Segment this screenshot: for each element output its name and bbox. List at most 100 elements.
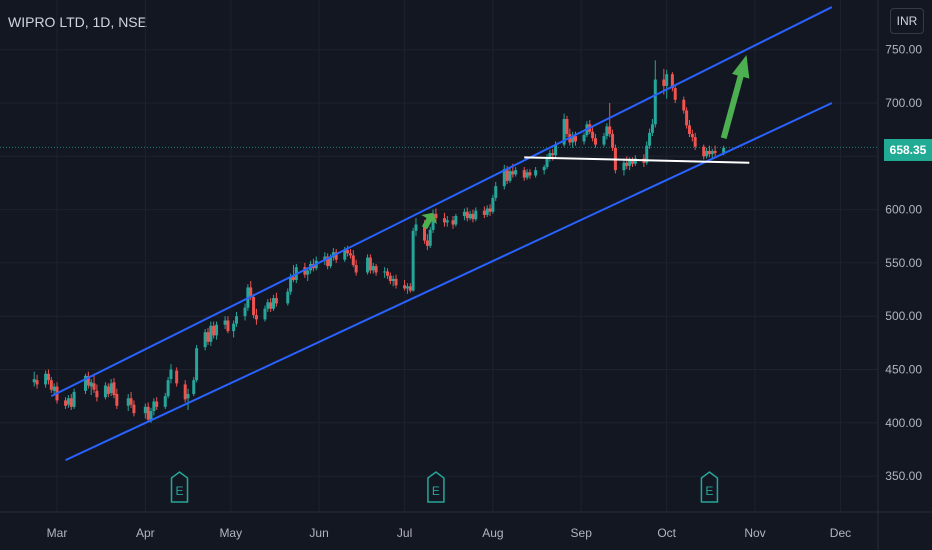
earnings-label: E	[705, 484, 713, 498]
candle-body	[72, 391, 76, 407]
candle-body	[371, 266, 375, 271]
channel-upper	[50, 6, 833, 398]
candle-body	[289, 276, 293, 292]
candle-body	[209, 325, 213, 342]
candle-body	[206, 332, 210, 342]
earnings-label: E	[175, 484, 183, 498]
candle-body	[166, 380, 170, 397]
candle-body	[662, 79, 666, 86]
candle-body	[653, 79, 657, 125]
candle-body	[195, 348, 199, 381]
candle-body	[343, 250, 347, 260]
x-tick-label: Dec	[830, 526, 851, 540]
candle-body	[354, 265, 358, 273]
candle-body	[243, 307, 247, 317]
candle-body	[394, 278, 398, 286]
candle-body	[471, 213, 475, 220]
candle-body	[46, 373, 50, 381]
candle-body	[650, 124, 654, 133]
y-tick-label: 550.00	[885, 256, 922, 270]
candle-body	[95, 390, 99, 398]
candle-body	[263, 308, 267, 320]
x-tick-label: Aug	[482, 526, 503, 540]
candle-body	[346, 250, 350, 254]
candle-body	[143, 406, 147, 414]
candle-body	[126, 398, 130, 406]
candle-body	[491, 197, 495, 212]
candle-body	[186, 394, 190, 399]
candle-body	[132, 404, 136, 414]
candle-body	[468, 213, 472, 219]
candle-body	[32, 379, 36, 383]
candle-body	[408, 286, 412, 291]
candle-body	[106, 386, 110, 395]
candle-body	[203, 332, 207, 348]
x-tick-label: Sep	[571, 526, 593, 540]
candle-body	[514, 170, 518, 175]
candle-body	[693, 137, 697, 147]
candle-body	[66, 398, 70, 405]
candle-body	[152, 401, 156, 412]
candle-body	[682, 99, 686, 111]
candle-body	[403, 285, 407, 289]
candle-body	[234, 316, 238, 324]
candle-body	[542, 166, 546, 171]
x-tick-label: Jul	[397, 526, 412, 540]
candle-body	[548, 153, 552, 158]
candle-body	[494, 186, 498, 198]
candle-body	[574, 136, 578, 142]
candle-body	[226, 320, 230, 332]
candle-body	[445, 220, 449, 223]
candle-body	[212, 325, 216, 336]
candle-body	[525, 172, 529, 178]
candle-body	[454, 215, 458, 225]
x-tick-label: Nov	[744, 526, 765, 540]
candle-body	[252, 297, 256, 316]
candle-body	[169, 369, 173, 380]
candle-body	[115, 394, 119, 406]
candle-body	[306, 270, 310, 275]
candle-body	[465, 211, 469, 219]
x-tick-label: May	[219, 526, 242, 540]
x-tick-label: Mar	[47, 526, 68, 540]
candle-body	[383, 271, 387, 273]
candle-body	[272, 298, 276, 309]
candle-body	[266, 302, 270, 309]
candle-body	[602, 136, 606, 145]
last-price-label: 658.35	[884, 139, 932, 161]
candle-body	[374, 266, 378, 273]
candle-body	[103, 385, 107, 398]
candle-body	[591, 131, 595, 139]
candle-body	[687, 125, 691, 134]
axes-group: 350.00400.00450.00500.00550.00600.00650.…	[0, 0, 932, 550]
candle-body	[385, 271, 389, 276]
candles-group	[32, 60, 726, 423]
candle-body	[329, 257, 333, 267]
price-chart[interactable]: EEE 350.00400.00450.00500.00550.00600.00…	[0, 0, 932, 550]
x-tick-label: Oct	[657, 526, 676, 540]
candle-body	[508, 171, 512, 181]
candle-body	[482, 210, 486, 215]
x-tick-label: Jun	[309, 526, 328, 540]
candle-body	[622, 162, 626, 171]
candle-body	[593, 138, 597, 145]
candle-body	[405, 286, 409, 289]
candle-body	[705, 150, 709, 157]
candle-body	[175, 370, 179, 384]
candle-body	[608, 126, 612, 134]
candle-body	[488, 208, 492, 212]
candle-body	[388, 275, 392, 282]
candle-body	[522, 170, 526, 178]
candle-body	[611, 133, 615, 148]
arrows-group	[421, 55, 750, 230]
candle-body	[149, 411, 153, 420]
candle-body	[474, 210, 478, 220]
candle-body	[428, 229, 432, 246]
candle-body	[707, 150, 711, 155]
candle-body	[414, 224, 418, 231]
candle-body	[89, 382, 93, 387]
candle-body	[351, 255, 355, 266]
candle-body	[451, 220, 455, 225]
candle-body	[462, 211, 466, 216]
candle-body	[391, 278, 395, 282]
